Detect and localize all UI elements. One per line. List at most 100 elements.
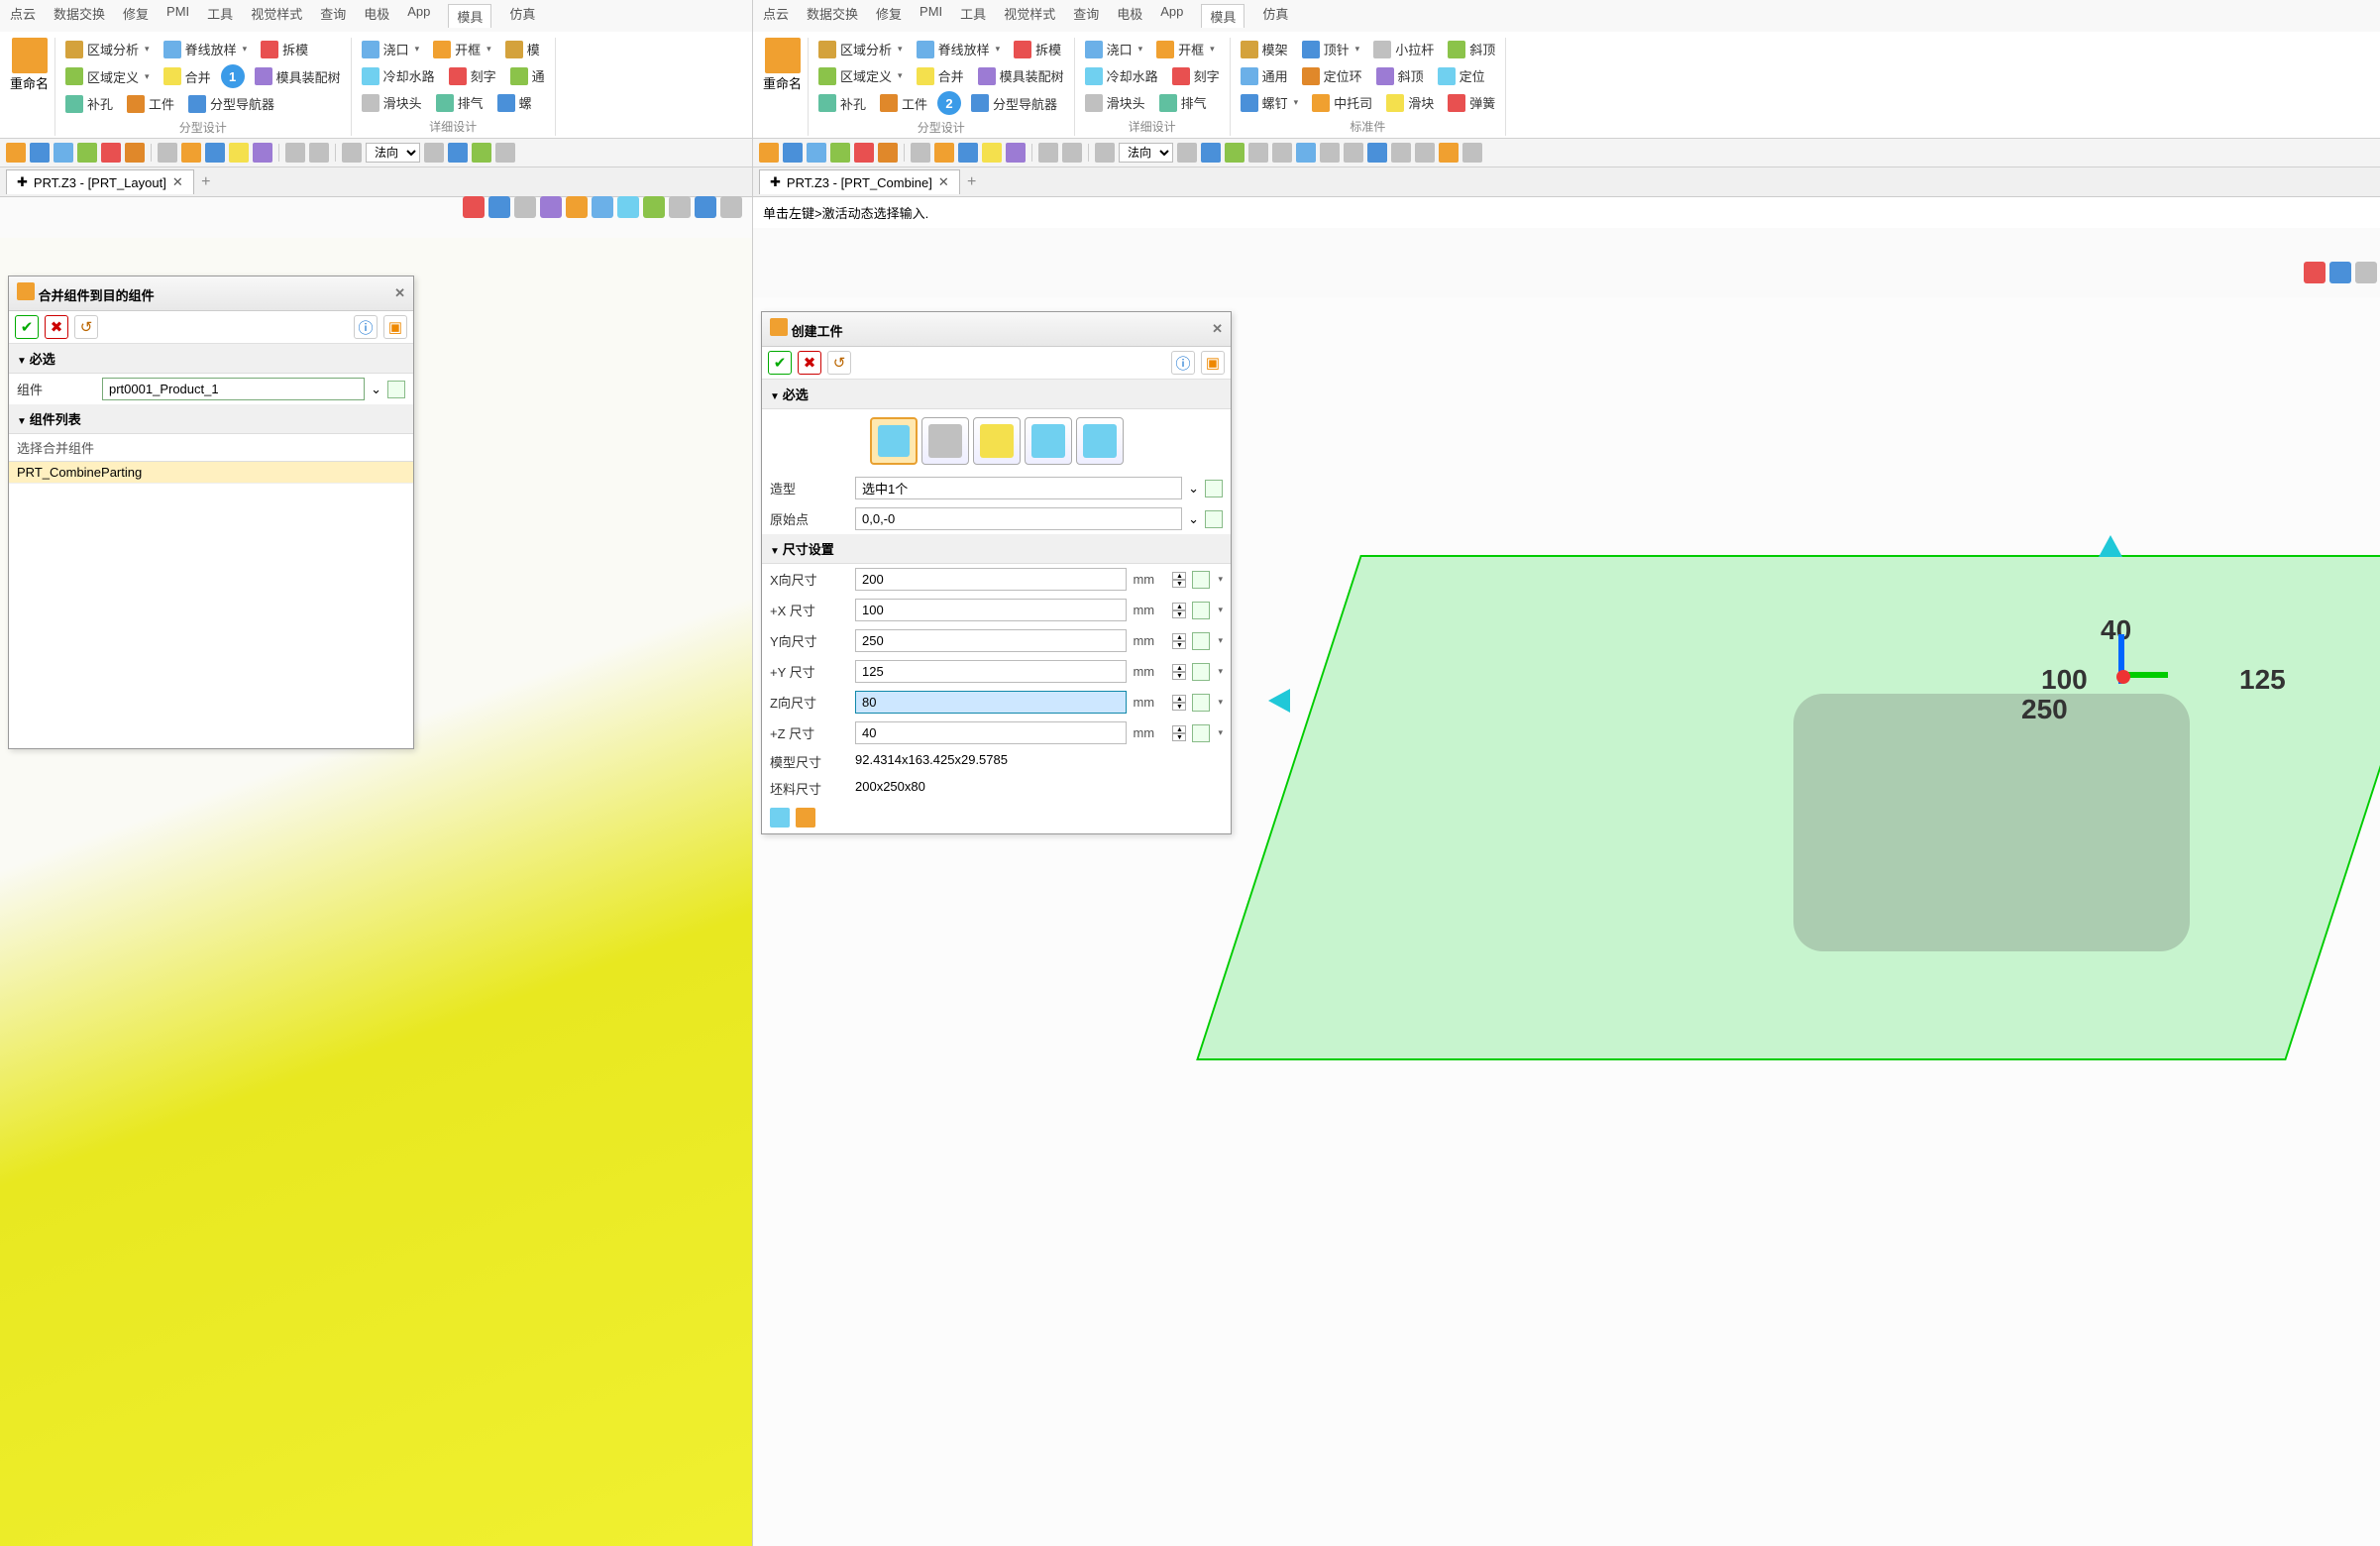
vt-icon[interactable] <box>488 196 510 218</box>
workpiece-button[interactable]: 工件 <box>876 92 931 115</box>
menu-item[interactable]: 电极 <box>364 4 389 28</box>
tb-icon[interactable] <box>77 143 97 163</box>
mode-cylinder-button[interactable] <box>921 417 969 465</box>
lifter2-button[interactable]: 斜顶 <box>1372 64 1428 87</box>
tb-icon[interactable] <box>1248 143 1268 163</box>
stepper[interactable]: ▲▼ <box>1172 664 1186 680</box>
menu-item[interactable]: 修复 <box>123 4 149 28</box>
footer-icon[interactable] <box>770 808 790 828</box>
tb-icon[interactable] <box>830 143 850 163</box>
region-define-button[interactable]: 区域定义▾ <box>61 65 154 88</box>
slider-head-button[interactable]: 滑块头 <box>358 91 426 114</box>
tb-icon[interactable] <box>958 143 978 163</box>
extra-button[interactable] <box>1192 694 1210 712</box>
slider-button[interactable]: 滑块 <box>1382 91 1438 114</box>
extra-button[interactable] <box>1192 663 1210 681</box>
region-define-button[interactable]: 区域定义▾ <box>814 64 907 87</box>
mold-tree-button[interactable]: 模具装配树 <box>251 65 345 88</box>
tab-add-button[interactable]: + <box>194 173 218 191</box>
tab-add-button[interactable]: + <box>960 173 984 191</box>
menu-item[interactable]: PMI <box>166 4 189 28</box>
direction-select[interactable]: 法向 <box>366 143 420 163</box>
dropdown-icon[interactable]: ⌄ <box>1188 481 1199 497</box>
vt-icon[interactable] <box>643 196 665 218</box>
triad-gizmo[interactable] <box>2081 634 2160 714</box>
gate-button[interactable]: 浇口▾ <box>358 38 424 60</box>
panel-close-icon[interactable]: ✕ <box>394 285 405 301</box>
menu-item-active[interactable]: 模具 <box>1201 4 1244 28</box>
mode-offset-button[interactable] <box>973 417 1021 465</box>
ok-button[interactable]: ✔ <box>768 351 792 375</box>
component-list[interactable]: PRT_CombineParting <box>9 461 413 748</box>
component-input[interactable] <box>102 378 365 400</box>
tb-icon[interactable] <box>205 143 225 163</box>
menu-item[interactable]: 视觉样式 <box>1004 4 1055 28</box>
parting-navigator-button[interactable]: 分型导航器 <box>967 92 1061 115</box>
tb-icon[interactable] <box>6 143 26 163</box>
tb-icon[interactable] <box>1391 143 1411 163</box>
tb-icon[interactable] <box>911 143 930 163</box>
menu-item[interactable]: 工具 <box>207 4 233 28</box>
region-analysis-button[interactable]: 区域分析▾ <box>61 38 154 60</box>
stepper[interactable]: ▲▼ <box>1172 572 1186 588</box>
slider-head-button[interactable]: 滑块头 <box>1081 91 1149 114</box>
open-frame-button[interactable]: 开框▾ <box>1152 38 1219 60</box>
vt-icon[interactable] <box>514 196 536 218</box>
stepper[interactable]: ▲▼ <box>1172 725 1186 741</box>
menu-item[interactable]: 视觉样式 <box>251 4 302 28</box>
left-arrow-handle[interactable] <box>1268 689 1290 713</box>
tb-icon[interactable] <box>342 143 362 163</box>
workpiece-button[interactable]: 工件 <box>123 92 178 115</box>
locating-button[interactable]: 定位 <box>1434 64 1489 87</box>
tb-icon[interactable] <box>1344 143 1363 163</box>
vt-icon[interactable] <box>592 196 613 218</box>
menu-item-active[interactable]: 模具 <box>448 4 491 28</box>
tb-icon[interactable] <box>125 143 145 163</box>
mode-box-button[interactable] <box>870 417 918 465</box>
stepper[interactable]: ▲▼ <box>1172 603 1186 618</box>
tb-icon[interactable] <box>1201 143 1221 163</box>
vt-icon[interactable] <box>566 196 588 218</box>
expand-button[interactable]: ▣ <box>1201 351 1225 375</box>
panel-close-icon[interactable]: ✕ <box>1212 321 1223 337</box>
list-item[interactable]: PRT_CombineParting <box>9 462 413 484</box>
origin-input[interactable] <box>855 507 1182 530</box>
z-input[interactable] <box>855 691 1127 714</box>
section-required[interactable]: 必选 <box>9 344 413 374</box>
menu-item[interactable]: 数据交换 <box>54 4 105 28</box>
tb-icon[interactable] <box>1095 143 1115 163</box>
gate-button[interactable]: 浇口▾ <box>1081 38 1147 60</box>
vt-icon[interactable] <box>2329 262 2351 283</box>
menu-item[interactable]: App <box>407 4 430 28</box>
tb-icon[interactable] <box>1296 143 1316 163</box>
pick-button[interactable] <box>387 381 405 398</box>
tb-icon[interactable] <box>982 143 1002 163</box>
combine-button[interactable]: 合并 <box>913 64 968 87</box>
spine-loft-button[interactable]: 脊线放样▾ <box>913 38 1005 60</box>
mode-ref-button[interactable] <box>1076 417 1124 465</box>
extra-button[interactable] <box>1192 724 1210 742</box>
open-frame-button[interactable]: 开框▾ <box>429 38 495 60</box>
screw-button[interactable]: 螺 <box>493 91 536 114</box>
menu-item[interactable]: App <box>1160 4 1183 28</box>
engrave-button[interactable]: 刻字 <box>1168 64 1224 87</box>
px-input[interactable] <box>855 599 1127 621</box>
pz-input[interactable] <box>855 721 1127 744</box>
undo-icon[interactable] <box>1038 143 1058 163</box>
spring-button[interactable]: 弹簧 <box>1444 91 1499 114</box>
undo-icon[interactable] <box>285 143 305 163</box>
menu-item[interactable]: 仿真 <box>1262 4 1288 28</box>
tb-icon[interactable] <box>1320 143 1340 163</box>
tb-icon[interactable] <box>424 143 444 163</box>
vent-button[interactable]: 排气 <box>1155 91 1211 114</box>
tb-icon[interactable] <box>253 143 272 163</box>
vt-icon[interactable] <box>2304 262 2326 283</box>
menu-item[interactable]: 数据交换 <box>807 4 858 28</box>
tb-icon[interactable] <box>495 143 515 163</box>
tb-icon[interactable] <box>1177 143 1197 163</box>
tb-icon[interactable] <box>854 143 874 163</box>
cancel-button[interactable]: ✖ <box>798 351 821 375</box>
menu-item[interactable]: 修复 <box>876 4 902 28</box>
extra-button[interactable] <box>1192 602 1210 619</box>
tb-icon[interactable] <box>448 143 468 163</box>
